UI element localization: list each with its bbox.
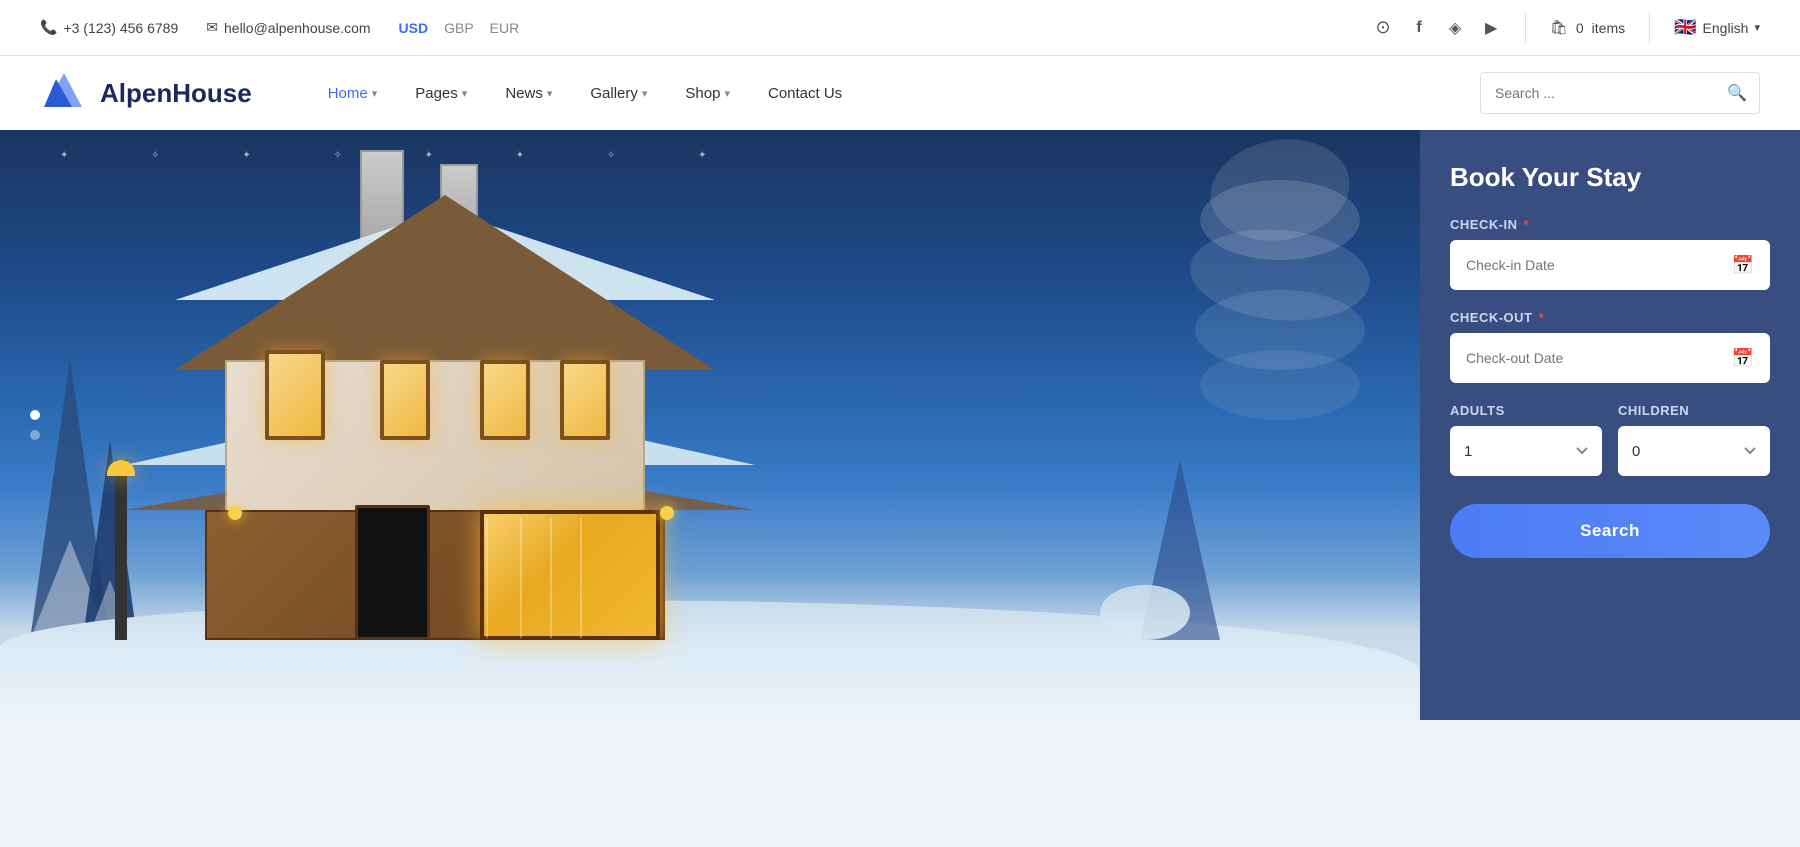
phone-contact[interactable]: 📞 +3 (123) 456 6789	[40, 19, 178, 36]
social-icons: ⊙ f ◈ ▶	[1373, 18, 1501, 38]
booking-panel: Book Your Stay CHECK-IN * 📅 CHECK-OUT * …	[1420, 130, 1800, 720]
checkin-label: CHECK-IN *	[1450, 217, 1770, 232]
nav-pages-label: Pages	[415, 85, 458, 102]
header: AlpenHouse Home ▾ Pages ▾ News ▾ Gallery…	[0, 56, 1800, 130]
street-lamp	[115, 460, 127, 640]
children-select[interactable]: 0 1 2 3 4	[1618, 426, 1770, 476]
top-bar-right: ⊙ f ◈ ▶ 🛍 0 items 🇬🇧 English ▾	[1373, 13, 1760, 43]
search-input[interactable]	[1481, 73, 1715, 113]
adults-group: ADULTS 1 2 3 4 5	[1450, 403, 1602, 476]
frosted-tree	[1180, 130, 1380, 450]
checkout-input[interactable]	[1466, 350, 1732, 366]
checkin-input[interactable]	[1466, 257, 1732, 273]
nav-gallery[interactable]: Gallery ▾	[574, 77, 663, 110]
adults-select[interactable]: 1 2 3 4 5	[1450, 426, 1602, 476]
search-button[interactable]: 🔍	[1715, 83, 1759, 103]
nav-gallery-chevron-icon: ▾	[642, 87, 648, 100]
currency-switcher: USD GBP EUR	[399, 20, 520, 36]
top-bar: 📞 +3 (123) 456 6789 ✉ hello@alpenhouse.c…	[0, 0, 1800, 56]
nav-home-chevron-icon: ▾	[372, 87, 378, 100]
checkout-label: CHECK-OUT *	[1450, 310, 1770, 325]
checkout-input-wrapper[interactable]: 📅	[1450, 333, 1770, 383]
checkout-calendar-icon: 📅	[1732, 348, 1754, 369]
email-contact[interactable]: ✉ hello@alpenhouse.com	[206, 19, 370, 36]
slide-dots	[30, 410, 40, 440]
tripadvisor-icon[interactable]: ⊙	[1373, 18, 1393, 38]
search-bar: 🔍	[1480, 72, 1760, 114]
booking-search-button[interactable]: Search	[1450, 504, 1770, 558]
currency-gbp[interactable]: GBP	[444, 20, 474, 36]
hero-section: Book Your Stay CHECK-IN * 📅 CHECK-OUT * …	[0, 130, 1800, 720]
language-switcher[interactable]: 🇬🇧 English ▾	[1674, 17, 1760, 38]
checkin-input-wrapper[interactable]: 📅	[1450, 240, 1770, 290]
nav-contact[interactable]: Contact Us	[752, 77, 858, 110]
logo-icon	[40, 69, 88, 117]
adults-label: ADULTS	[1450, 403, 1602, 418]
guests-row: ADULTS 1 2 3 4 5 CHILDREN 0 1 2 3 4	[1450, 403, 1770, 476]
phone-icon: 📞	[40, 19, 57, 36]
children-label: CHILDREN	[1618, 403, 1770, 418]
email-address: hello@alpenhouse.com	[224, 20, 371, 36]
house	[120, 130, 820, 640]
booking-title: Book Your Stay	[1450, 162, 1770, 193]
nav-home-label: Home	[328, 85, 368, 102]
youtube-icon[interactable]: ▶	[1481, 18, 1501, 38]
hero-image	[0, 130, 1420, 720]
snow-bush	[1100, 585, 1190, 640]
nav-gallery-label: Gallery	[590, 85, 638, 102]
email-icon: ✉	[206, 19, 218, 36]
nav-contact-label: Contact Us	[768, 85, 842, 102]
facebook-icon[interactable]: f	[1409, 18, 1429, 38]
cart-count: 0	[1576, 20, 1584, 36]
nav-shop-chevron-icon: ▾	[724, 87, 730, 100]
divider	[1525, 13, 1526, 43]
logo-text: AlpenHouse	[100, 78, 252, 109]
flag-icon: 🇬🇧	[1674, 17, 1696, 38]
checkin-group: CHECK-IN * 📅	[1450, 217, 1770, 290]
nav-home[interactable]: Home ▾	[312, 77, 394, 110]
nav-news[interactable]: News ▾	[489, 77, 568, 110]
top-bar-left: 📞 +3 (123) 456 6789 ✉ hello@alpenhouse.c…	[40, 19, 519, 36]
checkout-required: *	[1535, 310, 1545, 325]
cart-area[interactable]: 🛍 0 items	[1550, 19, 1625, 36]
cart-icon: 🛍	[1550, 19, 1568, 36]
nav-shop[interactable]: Shop ▾	[669, 77, 746, 110]
language-label: English	[1703, 20, 1749, 36]
checkin-calendar-icon: 📅	[1732, 255, 1754, 276]
checkin-required: *	[1520, 217, 1530, 232]
divider2	[1649, 13, 1650, 43]
nav-news-chevron-icon: ▾	[547, 87, 553, 100]
language-chevron-icon: ▾	[1754, 21, 1760, 34]
main-nav: Home ▾ Pages ▾ News ▾ Gallery ▾ Shop ▾ C…	[312, 77, 1480, 110]
children-group: CHILDREN 0 1 2 3 4	[1618, 403, 1770, 476]
logo[interactable]: AlpenHouse	[40, 69, 252, 117]
phone-number: +3 (123) 456 6789	[63, 20, 178, 36]
instagram-icon[interactable]: ◈	[1445, 18, 1465, 38]
checkout-group: CHECK-OUT * 📅	[1450, 310, 1770, 383]
nav-news-label: News	[505, 85, 543, 102]
nav-shop-label: Shop	[685, 85, 720, 102]
nav-pages-chevron-icon: ▾	[462, 87, 468, 100]
slide-dot-2[interactable]	[30, 430, 40, 440]
cart-label: items	[1592, 20, 1625, 36]
currency-usd[interactable]: USD	[399, 20, 429, 36]
nav-pages[interactable]: Pages ▾	[399, 77, 483, 110]
slide-dot-1[interactable]	[30, 410, 40, 420]
currency-eur[interactable]: EUR	[490, 20, 520, 36]
